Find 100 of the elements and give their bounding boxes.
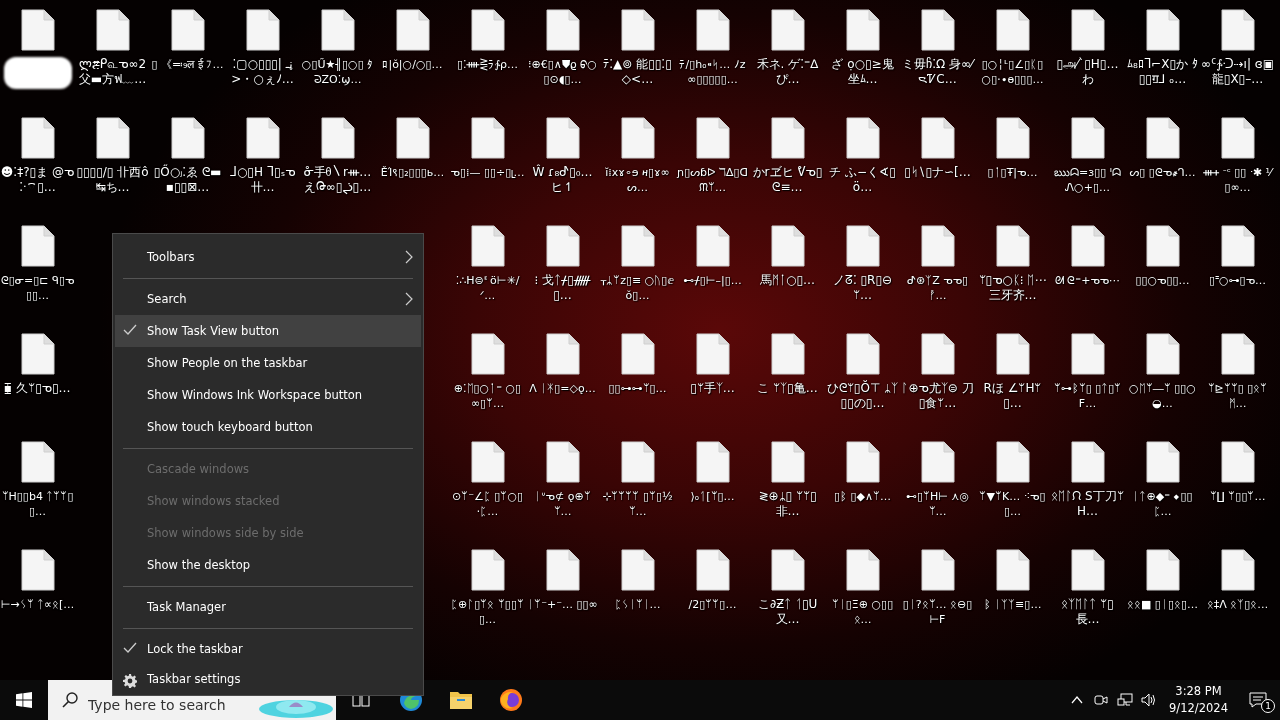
notification-button[interactable]: 1 <box>1236 680 1280 720</box>
menu-item[interactable]: Toolbars <box>115 241 421 273</box>
file-icon[interactable] <box>1220 117 1255 159</box>
file-icon[interactable] <box>1145 9 1180 51</box>
file-icon[interactable] <box>20 225 55 267</box>
file-icon[interactable] <box>20 117 55 159</box>
file-icon[interactable] <box>470 333 505 375</box>
file-icon[interactable] <box>995 441 1030 483</box>
file-icon[interactable] <box>920 117 955 159</box>
file-name: /2▯ᛘᛘ▯… <box>687 597 738 612</box>
file-icon[interactable] <box>845 333 880 375</box>
file-icon[interactable] <box>545 117 580 159</box>
file-icon[interactable] <box>620 225 655 267</box>
file-icon[interactable] <box>995 117 1030 159</box>
file-icon[interactable] <box>95 9 130 51</box>
file-icon[interactable] <box>695 333 730 375</box>
file-icon[interactable] <box>695 441 730 483</box>
file-icon[interactable] <box>545 9 580 51</box>
file-icon[interactable] <box>920 549 955 591</box>
file-icon[interactable] <box>845 9 880 51</box>
file-icon[interactable] <box>1220 9 1255 51</box>
menu-item[interactable]: Show Windows Ink Workspace button <box>115 379 421 411</box>
file-icon[interactable] <box>770 549 805 591</box>
file-icon[interactable] <box>20 333 55 375</box>
file-icon[interactable] <box>1070 117 1105 159</box>
file-icon[interactable] <box>470 441 505 483</box>
file-icon[interactable] <box>995 9 1030 51</box>
file-icon[interactable] <box>1070 333 1105 375</box>
file-icon[interactable] <box>845 441 880 483</box>
file-icon[interactable] <box>620 441 655 483</box>
file-icon[interactable] <box>695 117 730 159</box>
file-icon[interactable] <box>695 549 730 591</box>
file-icon[interactable] <box>1220 333 1255 375</box>
file-icon[interactable] <box>470 225 505 267</box>
file-icon[interactable] <box>695 9 730 51</box>
file-icon[interactable] <box>1145 549 1180 591</box>
file-icon[interactable] <box>320 117 355 159</box>
file-icon[interactable] <box>1220 225 1255 267</box>
file-icon[interactable] <box>320 9 355 51</box>
menu-item[interactable]: Show People on the taskbar <box>115 347 421 379</box>
file-icon[interactable] <box>620 549 655 591</box>
file-icon[interactable] <box>395 117 430 159</box>
file-name: ﾃ/▯hₒ⁌ᛋ… ﾉz∞▯▯▯▯▯… <box>678 57 747 87</box>
file-icon[interactable] <box>920 9 955 51</box>
file-icon[interactable] <box>695 225 730 267</box>
file-icon[interactable] <box>170 9 205 51</box>
file-icon[interactable] <box>920 441 955 483</box>
file-icon[interactable] <box>545 225 580 267</box>
clock[interactable]: 3:28 PM 9/12/2024 <box>1161 680 1236 720</box>
file-icon[interactable] <box>470 549 505 591</box>
file-icon[interactable] <box>1070 549 1105 591</box>
file-icon[interactable] <box>545 333 580 375</box>
file-icon[interactable] <box>620 9 655 51</box>
file-icon[interactable] <box>470 9 505 51</box>
file-icon[interactable] <box>995 333 1030 375</box>
file-icon[interactable] <box>245 117 280 159</box>
file-icon[interactable] <box>920 333 955 375</box>
file-icon[interactable] <box>1070 225 1105 267</box>
file-icon[interactable] <box>770 9 805 51</box>
file-icon[interactable] <box>20 441 55 483</box>
file-icon[interactable] <box>995 549 1030 591</box>
file-icon[interactable] <box>470 117 505 159</box>
file-icon[interactable] <box>845 549 880 591</box>
file-icon[interactable] <box>845 117 880 159</box>
file-icon[interactable] <box>1220 549 1255 591</box>
file-name: かrヹヒ ᕓᓀ▯ᘓ≡… <box>751 165 824 195</box>
file-icon[interactable] <box>245 9 280 51</box>
menu-item[interactable]: Show touch keyboard button <box>115 411 421 443</box>
file-icon[interactable] <box>1220 441 1255 483</box>
file-icon[interactable] <box>545 549 580 591</box>
file-icon[interactable] <box>1070 441 1105 483</box>
file-icon[interactable] <box>20 549 55 591</box>
file-icon[interactable] <box>1145 117 1180 159</box>
menu-item[interactable]: Show Task View button <box>115 315 421 347</box>
menu-item[interactable]: Task Manager <box>115 591 421 623</box>
file-icon[interactable] <box>770 333 805 375</box>
speaker-icon <box>1141 693 1158 707</box>
file-icon[interactable] <box>770 225 805 267</box>
file-icon[interactable] <box>620 333 655 375</box>
file-icon[interactable] <box>1145 333 1180 375</box>
file-icon[interactable] <box>1145 441 1180 483</box>
file-icon[interactable] <box>170 117 205 159</box>
file-name: ɲ▯ᔕɓᐅ ℸ∆▯ᗡᙏᛘ… <box>676 165 749 195</box>
menu-item[interactable]: Search <box>115 283 421 315</box>
file-icon[interactable] <box>770 117 805 159</box>
file-name: ▯ 《≕₉ल ई ﾌ… <box>150 57 225 72</box>
file-icon[interactable] <box>95 117 130 159</box>
file-name: ∞ᑦ∱ᑝ⇢ı| ɞ▣龍▯X▯–… <box>1200 57 1275 87</box>
file-icon[interactable] <box>1070 9 1105 51</box>
file-icon[interactable] <box>920 225 955 267</box>
menu-item[interactable]: Show the desktop <box>115 549 421 581</box>
file-icon[interactable] <box>620 117 655 159</box>
file-icon[interactable] <box>545 441 580 483</box>
file-icon[interactable] <box>845 225 880 267</box>
file-icon[interactable] <box>1145 225 1180 267</box>
file-icon[interactable] <box>995 225 1030 267</box>
file-icon[interactable] <box>395 9 430 51</box>
file-icon[interactable] <box>20 9 55 51</box>
menu-item[interactable]: Lock the taskbar <box>115 633 421 665</box>
file-icon[interactable] <box>770 441 805 483</box>
